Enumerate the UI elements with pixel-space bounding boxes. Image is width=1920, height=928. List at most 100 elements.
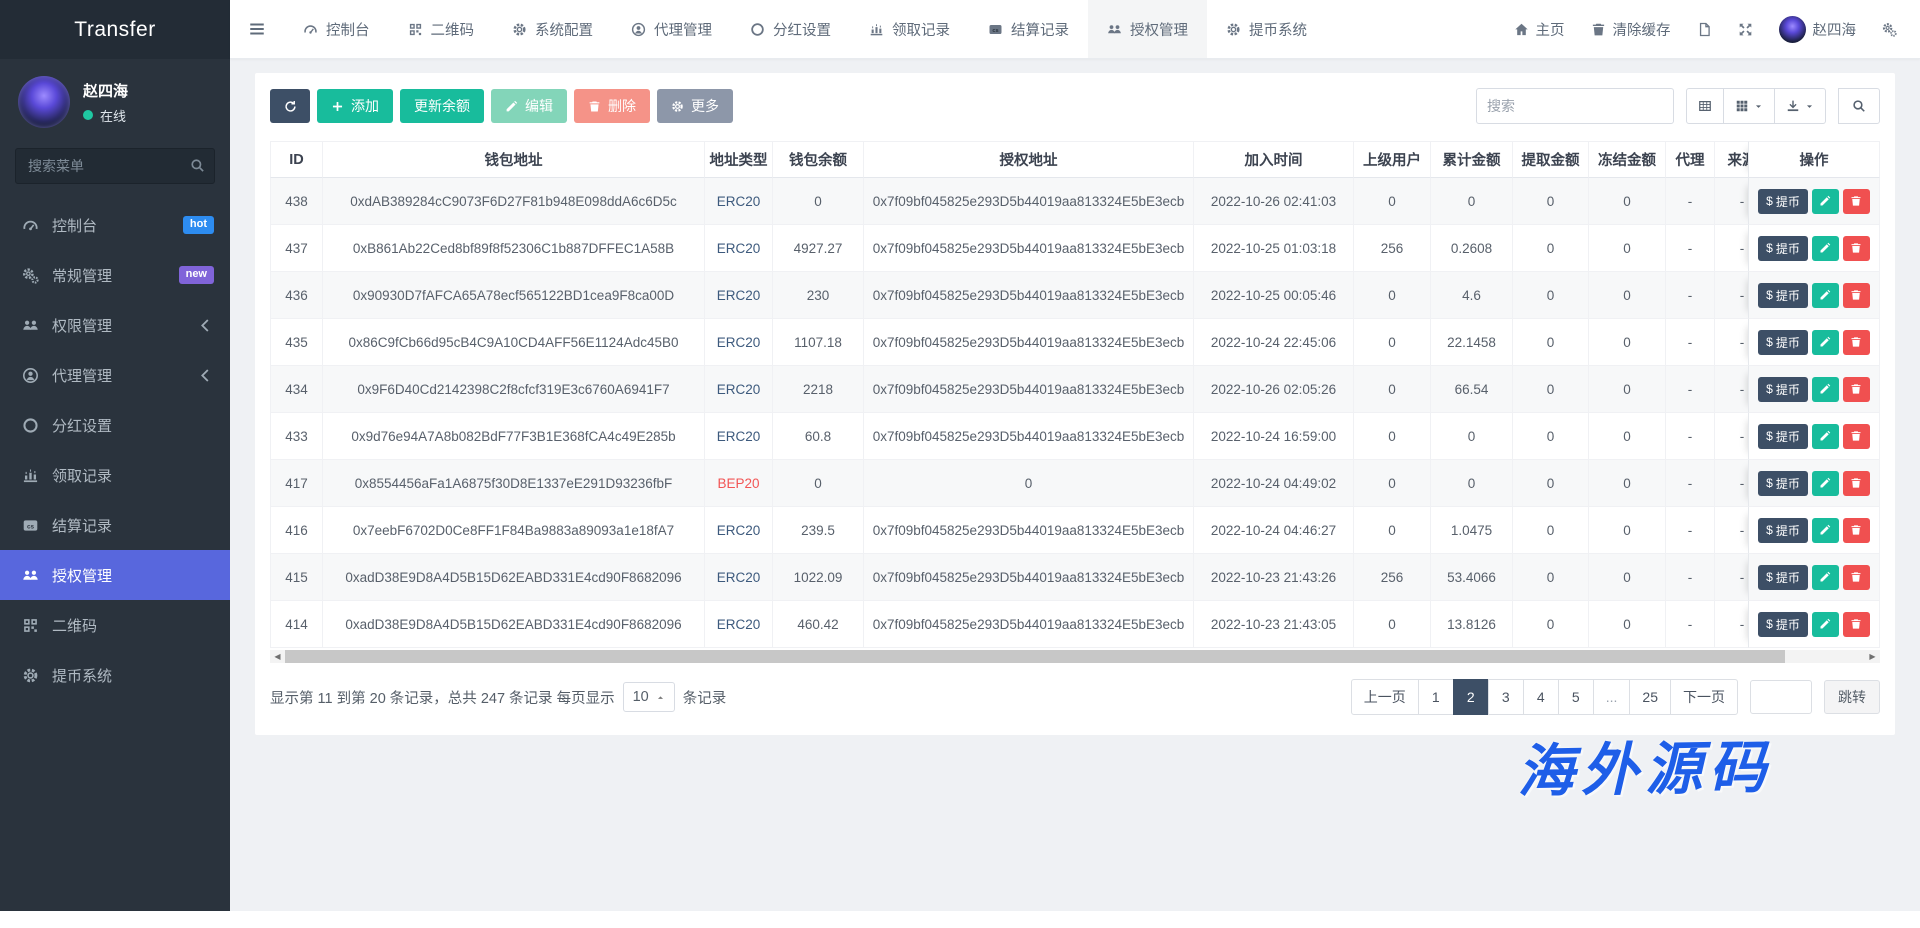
fullscreen-button[interactable]: [1725, 0, 1766, 58]
topnav-item-二维码[interactable]: 二维码: [389, 0, 494, 58]
delete-button[interactable]: 删除: [574, 89, 650, 123]
sidebar-item-label: 领取记录: [52, 465, 112, 486]
top-menu: 控制台 二维码系统配置代理管理分红设置领取记录cs结算记录授权管理提币系统: [284, 0, 1326, 58]
topnav-item-控制台[interactable]: 控制台: [284, 0, 389, 58]
cell-join-time: 2022-10-24 22:45:06: [1194, 319, 1354, 366]
topnav-item-结算记录[interactable]: cs结算记录: [969, 0, 1088, 58]
file-icon: [1697, 22, 1712, 37]
edit-row-button[interactable]: [1812, 565, 1839, 590]
page-button-25[interactable]: 25: [1629, 679, 1671, 715]
delete-row-button[interactable]: [1843, 236, 1870, 261]
scroll-left-arrow[interactable]: ◀: [270, 650, 285, 663]
withdraw-button[interactable]: $提币: [1758, 471, 1808, 496]
delete-row-button[interactable]: [1843, 377, 1870, 402]
topnav-item-label: 二维码: [431, 19, 475, 40]
delete-row-button[interactable]: [1843, 471, 1870, 496]
withdraw-button[interactable]: $提币: [1758, 283, 1808, 308]
delete-row-button[interactable]: [1843, 283, 1870, 308]
update-balance-button[interactable]: 更新余额: [400, 89, 484, 123]
page-button-4[interactable]: 4: [1523, 679, 1559, 715]
columns-button[interactable]: [1723, 88, 1775, 124]
edit-row-button[interactable]: [1812, 330, 1839, 355]
topnav-item-领取记录[interactable]: 领取记录: [850, 0, 969, 58]
cell-withdraw-amount: 0: [1513, 507, 1589, 554]
withdraw-button[interactable]: $提币: [1758, 565, 1808, 590]
cell-auth-address: 0x7f09bf045825e293D5b44019aa813324E5bE3e…: [864, 225, 1194, 272]
next-page-button[interactable]: 下一页: [1670, 679, 1738, 715]
data-card: 添加 更新余额 编辑 删除 更多: [255, 73, 1895, 735]
refresh-button[interactable]: [270, 89, 310, 123]
withdraw-button[interactable]: $提币: [1758, 330, 1808, 355]
page-jump-input[interactable]: [1750, 680, 1812, 714]
scrollbar-thumb[interactable]: [285, 650, 1785, 663]
page-button-3[interactable]: 3: [1488, 679, 1524, 715]
more-button[interactable]: 更多: [657, 89, 733, 123]
withdraw-button[interactable]: $提币: [1758, 189, 1808, 214]
scroll-right-arrow[interactable]: ▶: [1865, 650, 1880, 663]
page-button-1[interactable]: 1: [1418, 679, 1454, 715]
edit-row-button[interactable]: [1812, 377, 1839, 402]
user-icon: [631, 22, 646, 37]
topnav-item-分红设置[interactable]: 分红设置: [731, 0, 850, 58]
toggle-view-button[interactable]: [1686, 88, 1724, 124]
home-link[interactable]: 主页: [1501, 0, 1578, 58]
clear-cache-link[interactable]: 清除缓存: [1578, 0, 1684, 58]
delete-row-button[interactable]: [1843, 189, 1870, 214]
sidebar-item-常规管理[interactable]: 常规管理new: [0, 250, 230, 300]
trash-icon: [1850, 430, 1862, 442]
edit-row-button[interactable]: [1812, 189, 1839, 214]
page-size-select[interactable]: 10: [623, 682, 675, 712]
cell-total-amount: 22.1458: [1431, 319, 1513, 366]
table-search-input[interactable]: [1476, 88, 1674, 124]
withdraw-button[interactable]: $提币: [1758, 612, 1808, 637]
sidebar-item-提币系统[interactable]: 提币系统: [0, 650, 230, 700]
sidebar-item-分红设置[interactable]: 分红设置: [0, 400, 230, 450]
sidebar-item-领取记录[interactable]: 领取记录: [0, 450, 230, 500]
user-menu[interactable]: 赵四海: [1766, 0, 1870, 58]
sidebar-item-结算记录[interactable]: cs结算记录: [0, 500, 230, 550]
sidebar-item-权限管理[interactable]: 权限管理: [0, 300, 230, 350]
edit-row-button[interactable]: [1812, 471, 1839, 496]
edit-row-button[interactable]: [1812, 518, 1839, 543]
topnav-item-代理管理[interactable]: 代理管理: [612, 0, 731, 58]
topnav-item-授权管理[interactable]: 授权管理: [1088, 0, 1207, 58]
pencil-icon: [1819, 195, 1831, 207]
sidebar-item-代理管理[interactable]: 代理管理: [0, 350, 230, 400]
sidebar-item-授权管理[interactable]: 授权管理: [0, 550, 230, 600]
pencil-icon: [1819, 571, 1831, 583]
edit-row-button[interactable]: [1812, 236, 1839, 261]
topnav-item-提币系统[interactable]: 提币系统: [1207, 0, 1326, 58]
sidebar-item-二维码[interactable]: 二维码: [0, 600, 230, 650]
edit-row-button[interactable]: [1812, 283, 1839, 308]
edit-button[interactable]: 编辑: [491, 89, 567, 123]
advanced-search-button[interactable]: [1838, 88, 1880, 124]
docs-link[interactable]: [1684, 0, 1725, 58]
cell-wallet-balance: 2218: [773, 366, 864, 413]
page-jump-button[interactable]: 跳转: [1824, 680, 1880, 714]
horizontal-scrollbar[interactable]: ◀ ▶: [270, 650, 1880, 663]
settings-menu[interactable]: [1869, 0, 1910, 58]
withdraw-button[interactable]: $提币: [1758, 236, 1808, 261]
topnav-item-系统配置[interactable]: 系统配置: [493, 0, 612, 58]
withdraw-button[interactable]: $提币: [1758, 518, 1808, 543]
sidebar-item-控制台[interactable]: 控制台hot: [0, 200, 230, 250]
edit-row-button[interactable]: [1812, 612, 1839, 637]
delete-row-button[interactable]: [1843, 612, 1870, 637]
prev-page-button[interactable]: 上一页: [1351, 679, 1419, 715]
edit-row-button[interactable]: [1812, 424, 1839, 449]
sidebar-toggle-button[interactable]: [230, 0, 284, 58]
page-button-2[interactable]: 2: [1453, 679, 1489, 715]
export-button[interactable]: [1774, 88, 1826, 124]
add-button[interactable]: 添加: [317, 89, 393, 123]
cell-frozen-amount: 0: [1589, 507, 1666, 554]
withdraw-button[interactable]: $提币: [1758, 377, 1808, 402]
delete-row-button[interactable]: [1843, 330, 1870, 355]
circle-icon: [22, 417, 39, 434]
delete-row-button[interactable]: [1843, 565, 1870, 590]
withdraw-button[interactable]: $提币: [1758, 424, 1808, 449]
delete-row-button[interactable]: [1843, 424, 1870, 449]
delete-row-button[interactable]: [1843, 518, 1870, 543]
page-button-5[interactable]: 5: [1558, 679, 1594, 715]
cell-join-time: 2022-10-26 02:05:26: [1194, 366, 1354, 413]
sidebar-search-input[interactable]: [15, 148, 215, 184]
